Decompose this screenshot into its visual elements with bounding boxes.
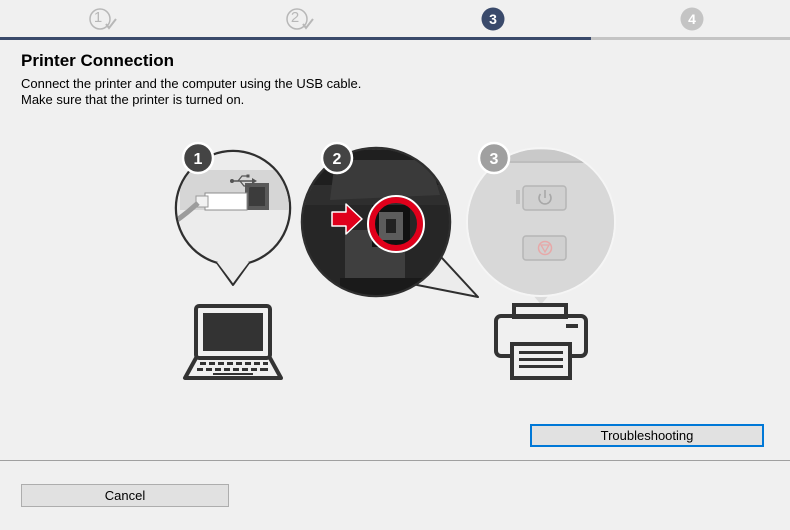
- footer-divider: [0, 460, 790, 461]
- printer-port-callout: 2: [300, 141, 479, 298]
- cancel-button[interactable]: Cancel: [21, 484, 229, 507]
- power-panel-callout: 3: [466, 141, 616, 304]
- usb-port-callout: 1: [174, 141, 292, 286]
- callout-3-label: 3: [490, 151, 499, 168]
- callout-1-label: 1: [194, 151, 203, 168]
- printer-icon: [494, 303, 588, 380]
- laptop-icon: [183, 304, 283, 380]
- callout-2-label: 2: [333, 151, 342, 168]
- connection-illustration: 1 2 3: [174, 141, 616, 380]
- troubleshooting-button[interactable]: Troubleshooting: [530, 424, 764, 447]
